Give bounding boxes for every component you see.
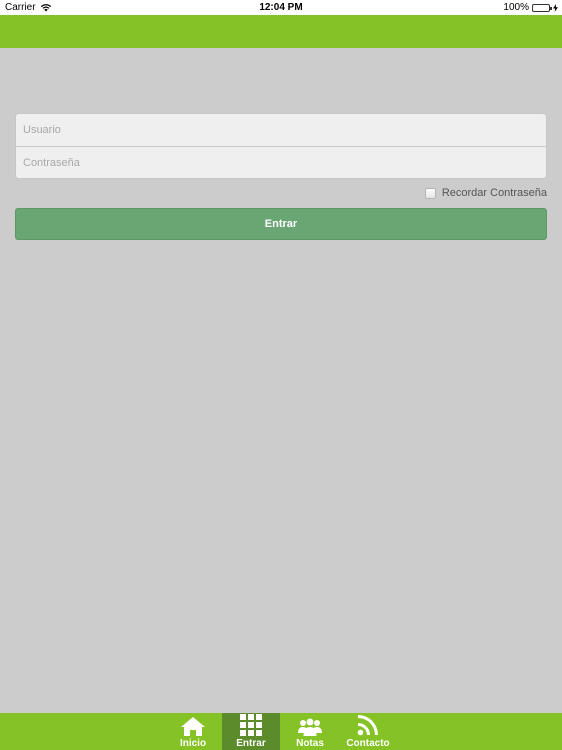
password-input[interactable] <box>16 147 546 178</box>
status-time: 12:04 PM <box>259 2 303 13</box>
tab-label: Inicio <box>179 738 207 749</box>
login-field-group <box>15 113 547 179</box>
remember-password-row[interactable]: Recordar Contraseña <box>424 187 547 199</box>
tab-label: Notas <box>296 738 324 749</box>
username-input[interactable] <box>16 114 546 146</box>
tab-notas[interactable]: Notas <box>281 713 339 750</box>
people-icon <box>298 718 322 736</box>
remember-password-checkbox[interactable] <box>424 187 436 199</box>
status-right: 100% <box>503 2 558 13</box>
tab-label: Entrar <box>236 738 266 749</box>
tab-bar: Inicio Entrar Notas Contacto <box>0 713 562 750</box>
remember-password-label: Recordar Contraseña <box>441 187 547 199</box>
battery-icon <box>532 3 552 12</box>
charging-icon <box>553 3 558 12</box>
battery-percent: 100% <box>503 2 529 13</box>
tab-entrar[interactable]: Entrar <box>222 713 280 750</box>
home-icon <box>180 716 206 736</box>
grid-icon <box>240 714 262 736</box>
status-bar: Carrier 12:04 PM 100% <box>0 0 562 15</box>
login-button[interactable]: Entrar <box>15 208 547 240</box>
tab-contacto[interactable]: Contacto <box>339 713 397 750</box>
tab-label: Contacto <box>346 738 390 749</box>
battery-nub <box>550 6 552 10</box>
app-header <box>0 15 562 48</box>
rss-icon <box>357 714 379 736</box>
tab-inicio[interactable]: Inicio <box>164 713 222 750</box>
